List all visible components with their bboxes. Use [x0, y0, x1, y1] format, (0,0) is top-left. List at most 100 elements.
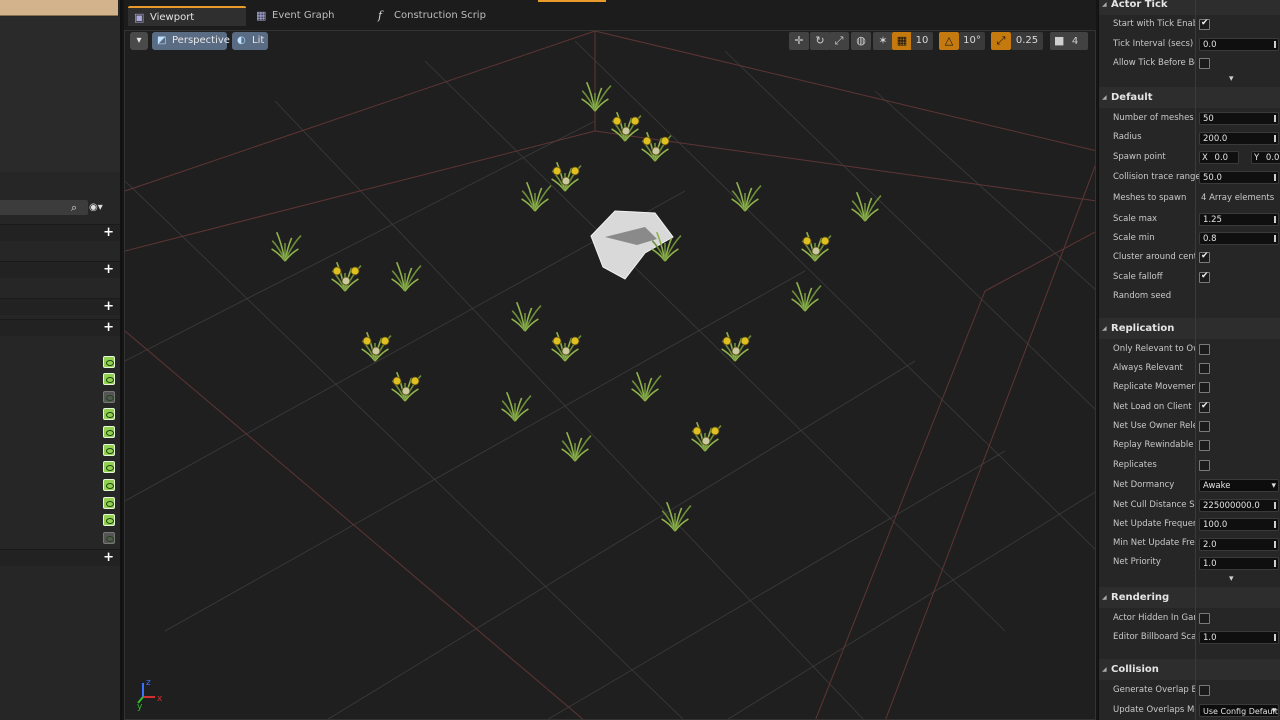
- section-replication[interactable]: Replication: [1099, 318, 1280, 339]
- variables-section-row[interactable]: +: [0, 319, 120, 336]
- surface-snap-icon[interactable]: ✶: [873, 32, 893, 50]
- variable-visibility-toggle[interactable]: [103, 408, 115, 420]
- start-with-tick-checkbox[interactable]: [1199, 18, 1210, 30]
- translate-tool-icon[interactable]: ✛: [789, 32, 809, 50]
- grid-snap-icon[interactable]: ▦: [892, 32, 912, 50]
- spawn-point-label[interactable]: Spawn point: [1113, 148, 1195, 167]
- foliage-clump: [641, 131, 672, 162]
- replay-rewindable-checkbox[interactable]: [1199, 440, 1210, 451]
- editor-billboard-scale-input[interactable]: 1.0: [1199, 631, 1279, 644]
- net-update-frequency-input[interactable]: 100.0: [1199, 518, 1279, 531]
- section-collision[interactable]: Collision: [1099, 659, 1280, 680]
- min-net-update-frequency-input[interactable]: 2.0: [1199, 538, 1279, 551]
- tab-event-graph[interactable]: ▦ Event Graph: [250, 6, 366, 26]
- update-overlaps-method-label: Update Overlaps Me: [1113, 705, 1195, 715]
- section-default[interactable]: Default: [1099, 87, 1280, 108]
- always-relevant-checkbox[interactable]: [1199, 363, 1210, 374]
- actor-hidden-in-game-checkbox[interactable]: [1199, 613, 1210, 624]
- view-mode-button[interactable]: ◐ Lit: [232, 32, 268, 50]
- axis-x-label: x: [157, 694, 163, 704]
- expand-advanced-icon[interactable]: ▾: [1229, 74, 1239, 84]
- graphs-section-row[interactable]: +: [0, 224, 120, 241]
- update-overlaps-method-select[interactable]: Use Config Default: [1199, 704, 1279, 718]
- foliage-clump: [551, 161, 582, 192]
- x-value: 0.0: [1214, 153, 1229, 163]
- active-indicator: [538, 0, 606, 2]
- add-icon[interactable]: +: [103, 263, 114, 277]
- allow-tick-before-checkbox[interactable]: [1199, 58, 1210, 69]
- replicates-checkbox[interactable]: [1199, 460, 1210, 471]
- variable-visibility-toggle[interactable]: [103, 532, 115, 544]
- foliage-clump: [561, 431, 592, 462]
- section-rendering[interactable]: Rendering: [1099, 587, 1280, 608]
- viewport-scene[interactable]: x y z: [125, 31, 1096, 720]
- generate-overlap-events-checkbox[interactable]: [1199, 685, 1210, 696]
- search-icon[interactable]: ⌕: [71, 201, 84, 214]
- variable-visibility-toggle[interactable]: [103, 444, 115, 456]
- foliage-clump: [551, 331, 582, 362]
- event-dispatchers-section-row[interactable]: +: [0, 549, 120, 566]
- foliage-clump: [521, 181, 552, 212]
- tick-interval-input[interactable]: 0.0: [1199, 38, 1279, 51]
- meshes-to-spawn-label[interactable]: Meshes to spawn: [1113, 189, 1195, 208]
- rotate-tool-icon[interactable]: ↻: [810, 32, 830, 50]
- scale-max-input[interactable]: 1.25: [1199, 213, 1279, 226]
- meshes-to-spawn-value: 4 Array elements: [1201, 193, 1275, 203]
- tab-label: Viewport: [150, 12, 195, 23]
- add-icon[interactable]: +: [103, 551, 114, 565]
- replicate-movement-checkbox[interactable]: [1199, 382, 1210, 393]
- tab-viewport[interactable]: ▣ Viewport: [128, 6, 246, 26]
- variable-visibility-toggle[interactable]: [103, 514, 115, 526]
- radius-input[interactable]: 200.0: [1199, 132, 1279, 145]
- foliage-clump: [271, 231, 302, 262]
- level-viewport[interactable]: x y z ▾ ◩ Perspective ◐ Lit ✛ ↻ ⤢ ◍ ✶ ▦ …: [124, 30, 1096, 720]
- components-panel: ⌕ ◉▾ + + + + +: [0, 0, 122, 720]
- net-dormancy-select[interactable]: Awake: [1199, 479, 1279, 493]
- random-seed-label[interactable]: Random seed: [1113, 287, 1195, 306]
- cluster-around-center-label: Cluster around cente: [1113, 252, 1195, 262]
- net-priority-input[interactable]: 1.0: [1199, 557, 1279, 570]
- net-load-on-client-checkbox[interactable]: [1199, 401, 1210, 413]
- add-icon[interactable]: +: [103, 226, 114, 240]
- spawn-point-x-field[interactable]: X 0.0: [1199, 151, 1239, 164]
- rotation-snap-value[interactable]: 10°: [959, 32, 985, 50]
- add-icon[interactable]: +: [103, 300, 114, 314]
- perspective-button[interactable]: ◩ Perspective: [152, 32, 230, 50]
- grid-snap-value[interactable]: 10: [911, 32, 933, 50]
- scale-snap-value[interactable]: 0.25: [1011, 32, 1043, 50]
- variable-visibility-toggle[interactable]: [103, 497, 115, 509]
- variable-visibility-toggle[interactable]: [103, 391, 115, 403]
- variable-visibility-toggle[interactable]: [103, 479, 115, 491]
- collision-trace-range-input[interactable]: 50.0: [1199, 171, 1279, 184]
- functions-section-row[interactable]: +: [0, 261, 120, 278]
- net-use-owner-relevancy-checkbox[interactable]: [1199, 421, 1210, 432]
- only-relevant-to-owner-checkbox[interactable]: [1199, 344, 1210, 355]
- camera-speed-value: 4: [1071, 36, 1079, 47]
- tab-label: Construction Scrip: [394, 10, 486, 21]
- scale-min-input[interactable]: 0.8: [1199, 232, 1279, 245]
- variable-visibility-toggle[interactable]: [103, 356, 115, 368]
- add-icon[interactable]: +: [103, 321, 114, 335]
- eye-icon[interactable]: ◉▾: [89, 201, 109, 214]
- net-dormancy-label: Net Dormancy: [1113, 480, 1175, 490]
- viewport-options-button[interactable]: ▾: [130, 32, 148, 50]
- camera-speed-button[interactable]: ■ 4: [1050, 32, 1088, 50]
- macros-section-row[interactable]: +: [0, 298, 120, 315]
- number-of-meshes-input[interactable]: 50: [1199, 112, 1279, 125]
- cluster-around-center-checkbox[interactable]: [1199, 251, 1210, 263]
- expand-advanced-icon[interactable]: ▾: [1229, 574, 1239, 584]
- scale-tool-icon[interactable]: ⤢: [829, 32, 849, 50]
- variable-visibility-toggle[interactable]: [103, 426, 115, 438]
- rotation-snap-icon[interactable]: △: [939, 32, 959, 50]
- scale-falloff-checkbox[interactable]: [1199, 271, 1210, 283]
- variable-visibility-toggle[interactable]: [103, 373, 115, 385]
- section-actor-tick[interactable]: Actor Tick: [1099, 0, 1280, 15]
- world-bounds-lines: [125, 31, 1095, 719]
- tab-construction-script[interactable]: f Construction Scrip: [372, 6, 496, 26]
- variable-visibility-toggle[interactable]: [103, 461, 115, 473]
- world-local-icon[interactable]: ◍: [851, 32, 871, 50]
- scale-snap-icon[interactable]: ⤢: [991, 32, 1011, 50]
- spawn-point-y-field[interactable]: Y 0.0: [1251, 151, 1280, 164]
- net-cull-distance-input[interactable]: 225000000.0: [1199, 499, 1279, 512]
- number-of-meshes-label: Number of meshes: [1113, 113, 1194, 123]
